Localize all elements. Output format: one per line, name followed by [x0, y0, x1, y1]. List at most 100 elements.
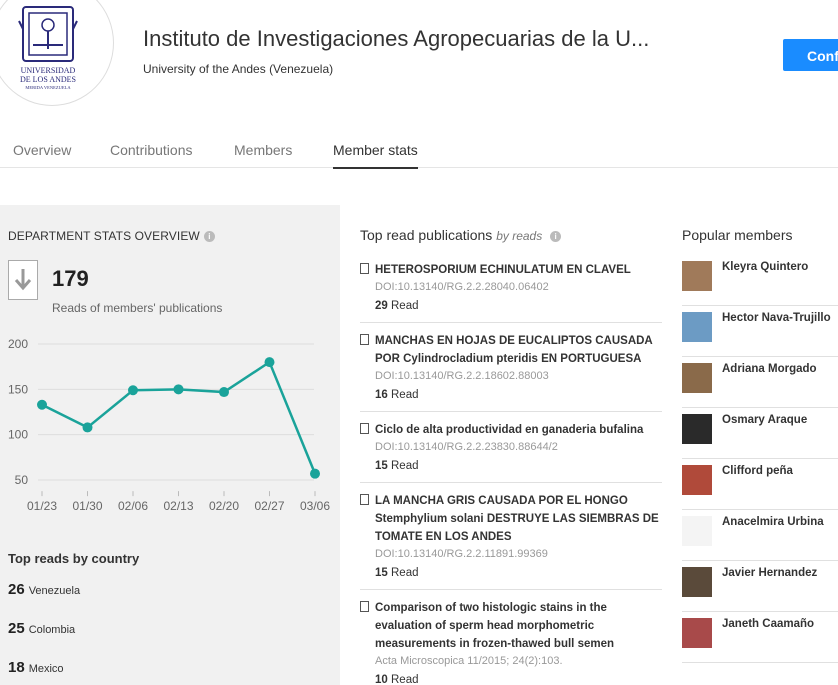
x-tick-label: 01/23 — [27, 499, 57, 513]
publication-title[interactable]: HETEROSPORIUM ECHINULATUM EN CLAVEL — [375, 261, 662, 279]
stats-overview-title-text: DEPARTMENT STATS OVERVIEW — [8, 229, 200, 243]
reads-line-chart: 200 150 100 50 01/23 01/30 02/06 02/13 02/20 02/2… — [8, 337, 330, 513]
avatar[interactable] — [682, 618, 712, 648]
tab-members[interactable]: Members — [234, 142, 292, 158]
tab-overview[interactable]: Overview — [13, 142, 71, 158]
x-tick-label: 02/06 — [118, 499, 148, 513]
avatar[interactable] — [682, 567, 712, 597]
popular-member-item[interactable]: Clifford peña — [682, 459, 838, 510]
document-icon — [360, 601, 369, 612]
reads-count: 179 — [52, 266, 89, 291]
x-tick-label: 01/30 — [72, 499, 102, 513]
divider — [360, 322, 662, 323]
reads-word: Read — [391, 567, 419, 579]
avatar[interactable] — [682, 261, 712, 291]
institution-subtitle[interactable]: University of the Andes (Venezuela) — [143, 62, 333, 76]
popular-member-item[interactable]: Kleyra Quintero — [682, 255, 838, 306]
publication-title[interactable]: Ciclo de alta productividad en ganaderia… — [375, 421, 662, 439]
series-line — [41, 360, 317, 475]
publication-doi: DOI:10.13140/RG.2.2.18602.88003 — [375, 370, 549, 382]
publication-item: MANCHAS EN HOJAS DE EUCALIPTOS CAUSADA P… — [360, 332, 662, 405]
institution-title: Instituto de Investigaciones Agropecuari… — [143, 26, 650, 51]
data-point[interactable] — [219, 387, 229, 398]
avatar[interactable] — [682, 312, 712, 342]
publication-item: Comparison of two histologic stains in t… — [360, 599, 662, 685]
avatar[interactable] — [682, 414, 712, 444]
y-tick-label: 50 — [15, 473, 29, 487]
publication-title[interactable]: MANCHAS EN HOJAS DE EUCALIPTOS CAUSADA P… — [375, 332, 662, 368]
logo-text-2: DE LOS ANDES — [20, 75, 76, 84]
country-row: 26 Venezuela — [8, 581, 80, 599]
popular-member-item[interactable]: Adriana Morgado — [682, 357, 838, 408]
publication-reads: 16 Read — [375, 385, 662, 405]
university-seal-icon: UNIVERSIDAD DE LOS ANDES MERIDA VENEZUEL… — [18, 6, 78, 90]
popular-member-item[interactable]: Javier Hernandez — [682, 561, 838, 612]
data-point[interactable] — [173, 384, 184, 395]
publication-reads: 29 Read — [375, 296, 662, 316]
data-point[interactable] — [37, 399, 47, 410]
reads-word: Read — [391, 460, 419, 472]
reads-word: Read — [391, 674, 419, 685]
avatar[interactable] — [682, 363, 712, 393]
info-icon[interactable]: i — [203, 231, 215, 242]
member-name[interactable]: Clifford peña — [722, 465, 793, 477]
country-count: 25 — [8, 620, 25, 637]
publication-doi: DOI:10.13140/RG.2.2.28040.06402 — [375, 281, 549, 293]
member-name[interactable]: Javier Hernandez — [722, 567, 817, 579]
avatar[interactable] — [682, 516, 712, 546]
x-tick-label: 03/06 — [300, 499, 330, 513]
publication-reads: 15 Read — [375, 563, 662, 583]
country-count: 26 — [8, 581, 25, 598]
publication-title[interactable]: Comparison of two histologic stains in t… — [375, 599, 662, 653]
stats-overview-title: DEPARTMENT STATS OVERVIEW i — [8, 229, 215, 243]
x-tick-label: 02/13 — [163, 499, 193, 513]
logo-text-3: MERIDA VENEZUELA — [25, 85, 71, 90]
publication-item: Ciclo de alta productividad en ganaderia… — [360, 421, 662, 476]
publication-title[interactable]: LA MANCHA GRIS CAUSADA POR EL HONGO Stem… — [375, 492, 662, 546]
data-point[interactable] — [82, 422, 93, 433]
member-name[interactable]: Osmary Araque — [722, 414, 807, 426]
country-name: Colombia — [28, 624, 76, 636]
publication-reads: 15 Read — [375, 456, 662, 476]
member-name[interactable]: Kleyra Quintero — [722, 261, 808, 273]
reads-label: Reads of members' publications — [52, 301, 223, 315]
country-name: Mexico — [28, 663, 64, 675]
tab-contributions[interactable]: Contributions — [110, 142, 193, 158]
top-reads-country-title: Top reads by country — [8, 551, 140, 566]
reads-number: 10 — [375, 674, 388, 685]
popular-members-title: Popular members — [682, 227, 793, 243]
document-icon — [360, 423, 369, 434]
tab-member-stats[interactable]: Member stats — [333, 142, 418, 169]
data-point[interactable] — [310, 468, 320, 479]
reads-number: 15 — [375, 567, 388, 579]
data-point[interactable] — [264, 357, 275, 368]
popular-member-item[interactable]: Anacelmira Urbina — [682, 510, 838, 561]
reads-number: 16 — [375, 389, 388, 401]
country-row: 18 Mexico — [8, 659, 64, 677]
publication-doi: DOI:10.13140/RG.2.2.23830.88644/2 — [375, 441, 558, 453]
info-icon[interactable]: i — [550, 231, 562, 242]
data-point[interactable] — [128, 385, 138, 396]
divider — [360, 411, 662, 412]
by-reads-label: by reads — [496, 229, 543, 243]
member-name[interactable]: Hector Nava-Trujillo — [722, 312, 831, 324]
member-name[interactable]: Adriana Morgado — [722, 363, 817, 375]
university-logo[interactable]: UNIVERSIDAD DE LOS ANDES MERIDA VENEZUEL… — [0, 0, 114, 106]
popular-member-item[interactable]: Janeth Caamaño — [682, 612, 838, 663]
popular-member-item[interactable]: Osmary Araque — [682, 408, 838, 459]
member-name[interactable]: Anacelmira Urbina — [722, 516, 824, 528]
reads-number: 15 — [375, 460, 388, 472]
publication-item: HETEROSPORIUM ECHINULATUM EN CLAVEL DOI:… — [360, 261, 662, 316]
popular-member-item[interactable]: Hector Nava-Trujillo — [682, 306, 838, 357]
reads-word: Read — [391, 300, 419, 312]
avatar[interactable] — [682, 465, 712, 495]
document-icon — [360, 334, 369, 345]
publication-reads: 10 Read — [375, 670, 662, 685]
logo-text-1: UNIVERSIDAD — [21, 66, 76, 75]
reads-word: Read — [391, 389, 419, 401]
x-tick-label: 02/27 — [254, 499, 284, 513]
member-name[interactable]: Janeth Caamaño — [722, 618, 814, 630]
country-count: 18 — [8, 659, 25, 676]
confirm-button[interactable]: Conf — [783, 39, 838, 71]
top-publications-title: Top read publications by reads i — [360, 227, 562, 243]
